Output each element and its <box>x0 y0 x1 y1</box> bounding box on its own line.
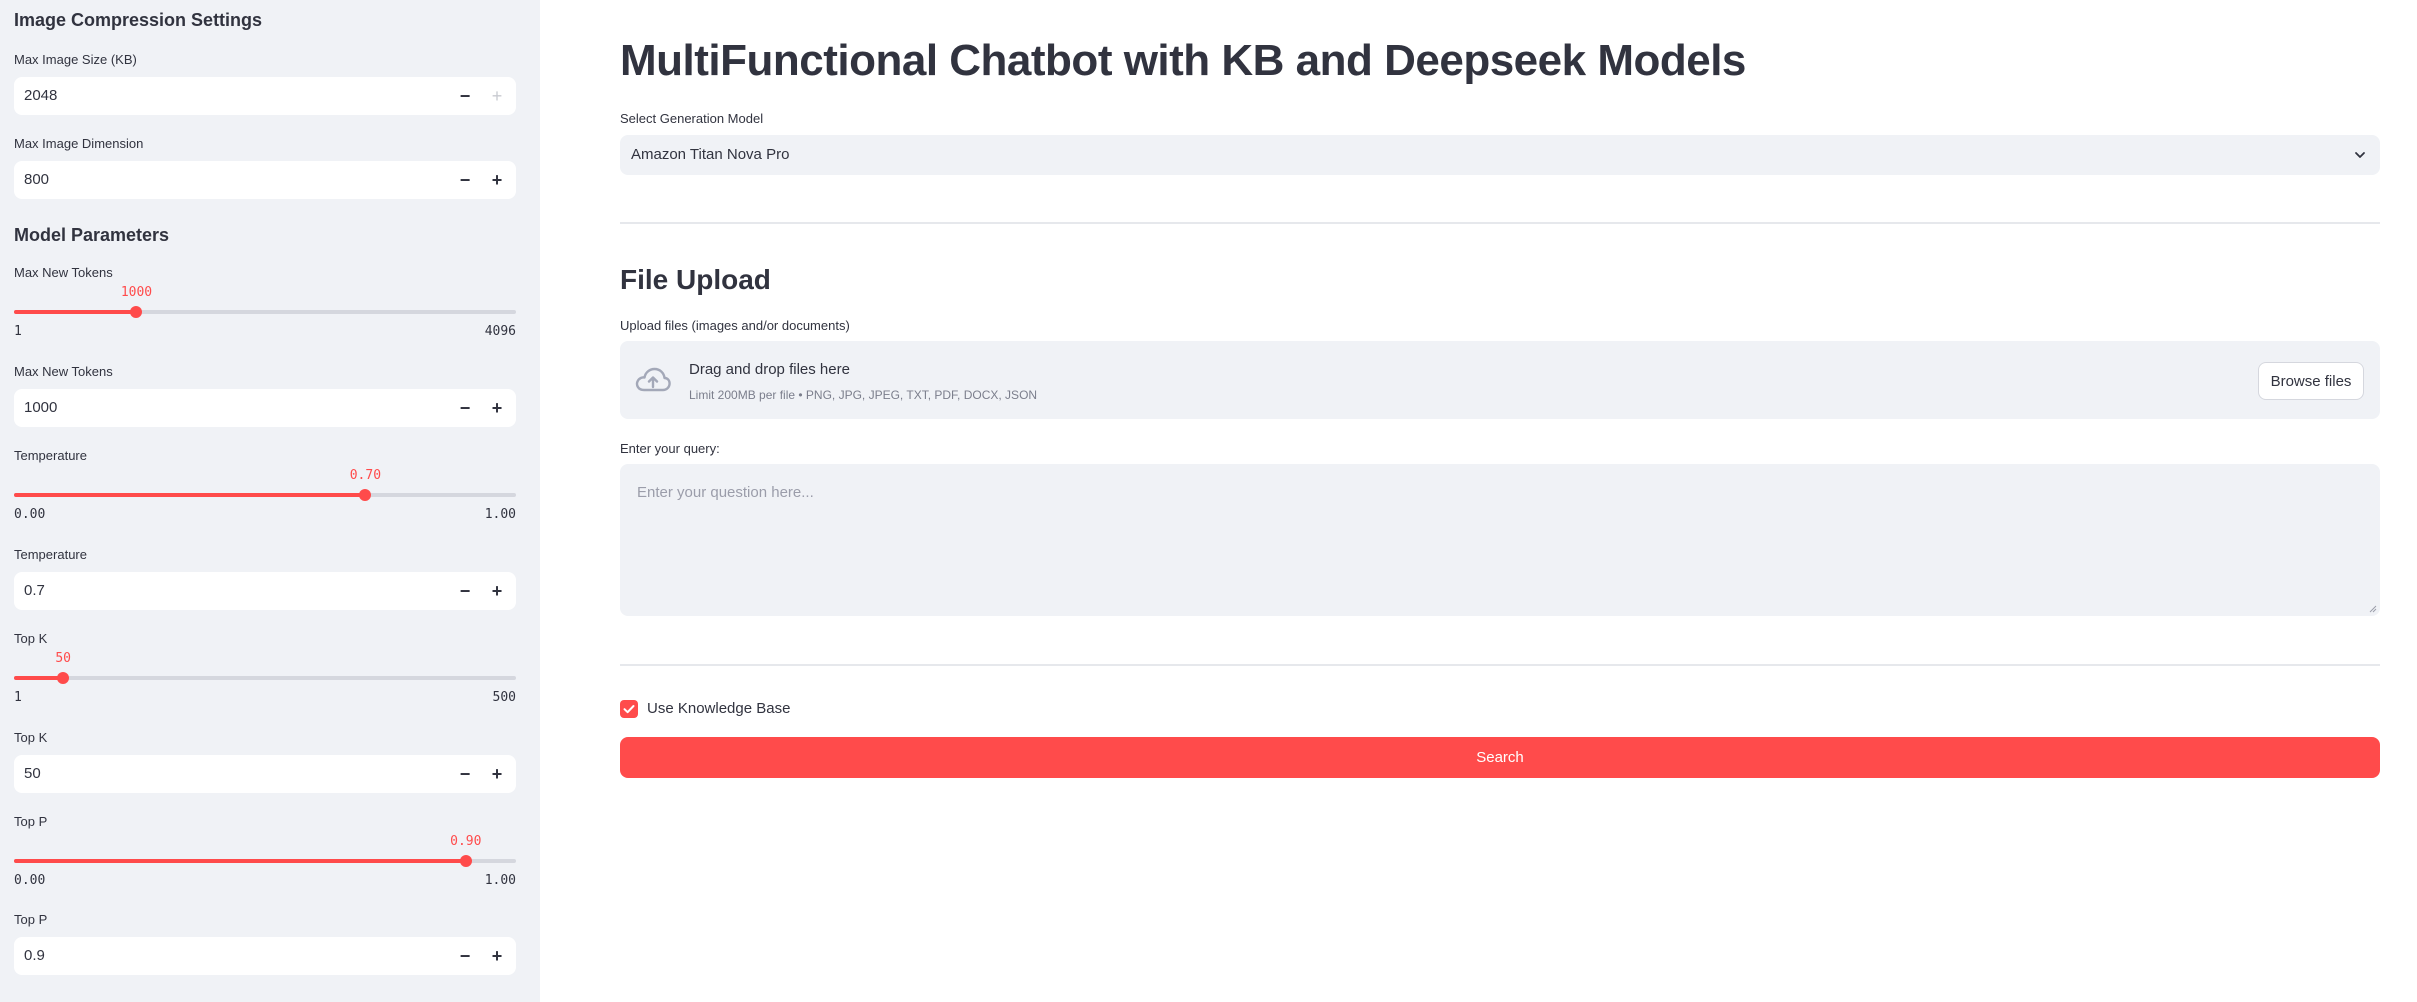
slider-max-label: 4096 <box>484 324 516 339</box>
max-new-tokens-increment-button[interactable]: + <box>484 393 510 423</box>
page-title: MultiFunctional Chatbot with KB and Deep… <box>620 36 1746 85</box>
slider-thumb[interactable] <box>459 855 472 867</box>
max-new-tokens-input-label: Max New Tokens <box>14 364 113 379</box>
slider-track <box>14 676 516 680</box>
slider-current-value: 0.70 <box>349 468 382 483</box>
model-select[interactable]: Amazon Titan Nova Pro <box>620 135 2380 175</box>
max-image-size-decrement-button[interactable]: − <box>452 81 478 111</box>
file-dropzone[interactable]: Drag and drop files here Limit 200MB per… <box>620 341 2380 419</box>
sidebar: Image Compression Settings Max Image Siz… <box>0 0 540 1002</box>
max-image-size-increment-button[interactable]: + <box>484 81 510 111</box>
use-knowledge-base-label[interactable]: Use Knowledge Base <box>647 700 790 717</box>
max-image-size-input[interactable]: 2048 − + <box>14 77 516 115</box>
browse-files-button[interactable]: Browse files <box>2258 362 2364 400</box>
divider <box>620 222 2380 224</box>
query-label: Enter your query: <box>620 441 720 456</box>
top-p-decrement-button[interactable]: − <box>452 941 478 971</box>
temperature-slider[interactable]: 0.70 0.00 1.00 <box>14 460 516 522</box>
query-placeholder: Enter your question here... <box>637 484 814 501</box>
top-p-slider[interactable]: 0.90 0.00 1.00 <box>14 826 516 888</box>
max-new-tokens-input[interactable]: 1000 − + <box>14 389 516 427</box>
dropzone-limits: Limit 200MB per file • PNG, JPG, JPEG, T… <box>689 388 1038 402</box>
checkmark-icon <box>623 705 635 714</box>
slider-min-label: 0.00 <box>14 507 46 522</box>
file-upload-heading: File Upload <box>620 264 771 295</box>
model-parameters-heading: Model Parameters <box>14 225 170 245</box>
slider-thumb[interactable] <box>359 489 372 501</box>
top-k-increment-button[interactable]: + <box>484 759 510 789</box>
temperature-value: 0.7 <box>24 582 45 599</box>
model-select-value: Amazon Titan Nova Pro <box>631 146 790 163</box>
slider-max-label: 1.00 <box>484 507 516 522</box>
max-image-dimension-label: Max Image Dimension <box>14 136 144 151</box>
top-p-input-label: Top P <box>14 912 48 927</box>
top-p-increment-button[interactable]: + <box>484 941 510 971</box>
slider-thumb[interactable] <box>57 672 70 684</box>
slider-thumb[interactable] <box>130 306 143 318</box>
main-content: MultiFunctional Chatbot with KB and Deep… <box>620 0 2380 1002</box>
top-p-value: 0.9 <box>24 947 45 964</box>
temperature-increment-button[interactable]: + <box>484 576 510 606</box>
search-button[interactable]: Search <box>620 737 2380 778</box>
max-image-dimension-decrement-button[interactable]: − <box>452 165 478 195</box>
slider-max-label: 500 <box>492 690 516 705</box>
divider <box>620 664 2380 666</box>
max-image-dimension-increment-button[interactable]: + <box>484 165 510 195</box>
top-k-value: 50 <box>24 765 41 782</box>
cloud-upload-icon <box>635 367 671 392</box>
slider-fill <box>14 493 366 497</box>
temperature-input[interactable]: 0.7 − + <box>14 572 516 610</box>
slider-current-value: 50 <box>55 651 72 666</box>
top-p-input[interactable]: 0.9 − + <box>14 937 516 975</box>
slider-fill <box>14 310 137 314</box>
slider-current-value: 1000 <box>120 285 153 300</box>
top-k-input-label: Top K <box>14 730 48 745</box>
max-image-dimension-value: 800 <box>24 171 50 188</box>
max-image-size-value: 2048 <box>24 87 58 104</box>
model-select-label: Select Generation Model <box>620 111 764 126</box>
max-new-tokens-decrement-button[interactable]: − <box>452 393 478 423</box>
max-new-tokens-slider[interactable]: 1000 1 4096 <box>14 277 516 339</box>
temperature-input-label: Temperature <box>14 547 87 562</box>
resize-grip-icon[interactable] <box>2369 605 2377 613</box>
chevron-down-icon <box>2355 152 2365 158</box>
slider-min-label: 1 <box>14 324 22 339</box>
slider-min-label: 1 <box>14 690 22 705</box>
max-image-dimension-input[interactable]: 800 − + <box>14 161 516 199</box>
slider-max-label: 1.00 <box>484 873 516 888</box>
use-knowledge-base-checkbox[interactable] <box>620 700 638 718</box>
top-k-slider[interactable]: 50 1 500 <box>14 643 516 705</box>
slider-fill <box>14 859 466 863</box>
dropzone-title: Drag and drop files here <box>689 361 850 378</box>
max-image-size-label: Max Image Size (KB) <box>14 52 137 67</box>
top-k-decrement-button[interactable]: − <box>452 759 478 789</box>
compression-settings-heading: Image Compression Settings <box>14 10 263 30</box>
query-textarea[interactable]: Enter your question here... <box>620 464 2380 616</box>
slider-current-value: 0.90 <box>450 834 482 849</box>
slider-min-label: 0.00 <box>14 873 46 888</box>
slider-fill <box>14 676 64 680</box>
top-k-input[interactable]: 50 − + <box>14 755 516 793</box>
file-upload-label: Upload files (images and/or documents) <box>620 318 850 333</box>
temperature-decrement-button[interactable]: − <box>452 576 478 606</box>
max-new-tokens-value: 1000 <box>24 399 58 416</box>
